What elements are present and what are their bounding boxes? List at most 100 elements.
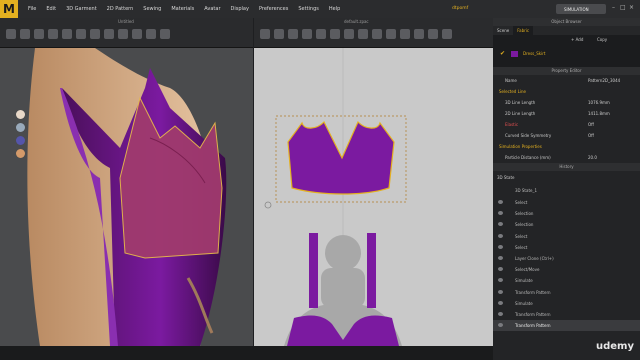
tool-icon[interactable] [160, 29, 170, 39]
name-label: Name [505, 78, 517, 83]
tool-icon[interactable] [330, 29, 340, 39]
tab-scene[interactable]: Scene [493, 26, 513, 35]
tool-icon[interactable] [400, 29, 410, 39]
tool-icon[interactable] [386, 29, 396, 39]
eye-icon[interactable] [498, 244, 503, 249]
selected-line-section[interactable]: Selected Line [493, 86, 640, 97]
menu-help[interactable]: Help [329, 6, 340, 12]
tool-icon[interactable] [442, 29, 452, 39]
simulation-properties-section[interactable]: Simulation Properties [493, 141, 640, 152]
fabric-swatch[interactable] [511, 51, 518, 57]
history-label: Select/Move [515, 267, 540, 273]
copy-button[interactable]: Copy [597, 37, 607, 42]
menu-settings[interactable]: Settings [298, 6, 319, 12]
history-item[interactable]: Selection [493, 208, 640, 219]
history-label: Selection [515, 211, 534, 217]
eye-icon[interactable] [498, 323, 503, 328]
status-bar [0, 346, 493, 360]
tool-icon[interactable] [358, 29, 368, 39]
tool-icon[interactable] [62, 29, 72, 39]
prop-value[interactable]: Off [588, 133, 594, 138]
prop-value[interactable]: Off [588, 122, 594, 127]
history-item[interactable]: Transform Pattern [493, 309, 640, 320]
tool-icon[interactable] [132, 29, 142, 39]
viewport-2d[interactable] [254, 48, 493, 346]
history-label: Select [515, 244, 528, 250]
menu-3d-garment[interactable]: 3D Garment [66, 6, 97, 12]
avatar-face-icon[interactable] [16, 149, 25, 158]
prop-label: Elastic [505, 122, 519, 127]
tool-icon[interactable] [48, 29, 58, 39]
menu-avatar[interactable]: Avatar [204, 6, 220, 12]
avatar-head-icon[interactable] [16, 110, 25, 119]
history-item[interactable]: Select [493, 242, 640, 253]
tool-icon[interactable] [372, 29, 382, 39]
eye-icon[interactable] [498, 233, 503, 238]
eye-icon[interactable] [498, 289, 503, 294]
add-button[interactable]: + Add [571, 37, 583, 42]
minimize-icon[interactable]: – [612, 5, 618, 11]
eye-icon[interactable] [498, 267, 503, 272]
tool-icon[interactable] [274, 29, 284, 39]
name-value[interactable]: Pattern2D_3044 [588, 78, 620, 83]
history-item-selected[interactable]: Transform Pattern [493, 320, 640, 332]
fabric-name[interactable]: Dress_Skirt [523, 51, 545, 56]
history-item[interactable]: Transform Pattern [493, 287, 640, 298]
menu-materials[interactable]: Materials [171, 6, 194, 12]
eye-icon[interactable] [498, 311, 503, 316]
tool-icon[interactable] [20, 29, 30, 39]
state-title: 3D State [497, 174, 515, 180]
prop-value[interactable]: 1076.9mm [588, 100, 610, 105]
prop-label: Particle Distance (mm) [505, 155, 551, 160]
eye-icon[interactable] [498, 222, 503, 227]
username-label[interactable]: dtpomf [452, 6, 468, 11]
eye-icon[interactable] [498, 278, 503, 283]
history-item[interactable]: Simulate [493, 275, 640, 286]
tool-icon[interactable] [428, 29, 438, 39]
menu-preferences[interactable]: Preferences [259, 6, 288, 12]
menu-sewing[interactable]: Sewing [143, 6, 161, 12]
eye-icon[interactable] [498, 200, 503, 204]
history-item[interactable]: Layer Clone (Ctrl+) [493, 253, 640, 264]
tool-icon[interactable] [118, 29, 128, 39]
tool-icon[interactable] [6, 29, 16, 39]
object-browser-title: Object Browser [493, 18, 640, 26]
tab-fabric[interactable]: Fabric [513, 26, 534, 35]
history-item[interactable]: Selection [493, 219, 640, 230]
close-icon[interactable]: × [629, 5, 635, 11]
texture-icon[interactable] [16, 123, 25, 132]
simulation-toggle[interactable]: SIMULATION [556, 4, 606, 14]
tool-icon[interactable] [316, 29, 326, 39]
history-label: Select [515, 233, 528, 239]
tool-icon[interactable] [260, 29, 270, 39]
history-item[interactable]: Simulate [493, 298, 640, 309]
eye-icon[interactable] [498, 255, 503, 260]
tool-icon[interactable] [302, 29, 312, 39]
tool-icon[interactable] [104, 29, 114, 39]
history-item[interactable]: Select/Move [493, 264, 640, 275]
eye-icon[interactable] [498, 300, 503, 305]
maximize-icon[interactable]: □ [620, 5, 626, 11]
history-item[interactable]: Select [493, 197, 640, 208]
prop-value[interactable]: 1411.8mm [588, 111, 610, 116]
prop-row: 2D Line Length 1411.8mm [493, 108, 640, 119]
avatar-render [27, 48, 227, 346]
menu-display[interactable]: Display [231, 6, 249, 12]
viewport-3d[interactable] [0, 48, 253, 346]
prop-value[interactable]: 20.0 [588, 155, 597, 160]
tool-icon[interactable] [344, 29, 354, 39]
magnet-icon[interactable] [16, 136, 25, 145]
tool-icon[interactable] [90, 29, 100, 39]
state-entry[interactable]: 3D State_1 [493, 183, 640, 197]
history-item[interactable]: Select [493, 231, 640, 242]
tool-icon[interactable] [288, 29, 298, 39]
tool-icon[interactable] [146, 29, 156, 39]
eye-icon[interactable] [498, 211, 503, 216]
tool-icon[interactable] [414, 29, 424, 39]
tool-icon[interactable] [34, 29, 44, 39]
menu-2d-pattern[interactable]: 2D Pattern [107, 6, 134, 12]
menu-edit[interactable]: Edit [46, 6, 56, 12]
right-panel: Object Browser Scene Fabric + Add Copy ✔… [493, 18, 640, 360]
tool-icon[interactable] [76, 29, 86, 39]
menu-file[interactable]: File [28, 6, 36, 12]
